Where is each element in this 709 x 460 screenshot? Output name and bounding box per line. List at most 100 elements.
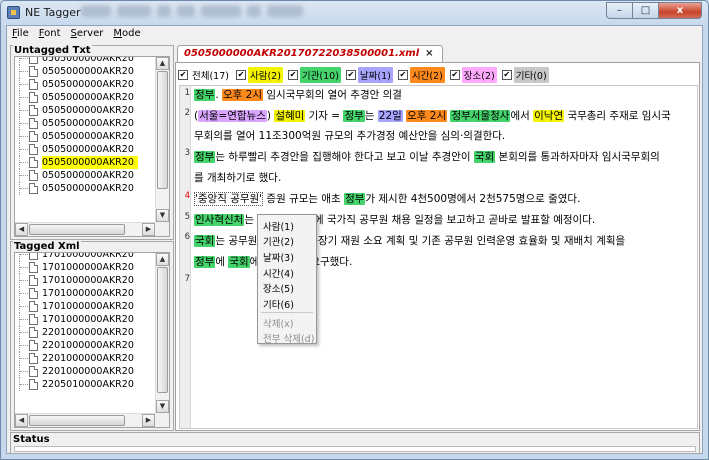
minimize-button[interactable]: – xyxy=(606,2,632,19)
filter-all[interactable]: ✔ 전체(17) xyxy=(178,67,231,83)
untagged-vscroll-thumb[interactable] xyxy=(157,71,168,189)
entity-person[interactable]: 이낙연 xyxy=(533,110,565,122)
context-item-other[interactable]: 기타(6) xyxy=(263,297,294,311)
entity-organization[interactable]: 정부 xyxy=(194,256,216,268)
filter-time[interactable]: ✔ 시간(2) xyxy=(397,67,445,83)
line-number: 1 xyxy=(184,88,190,98)
close-button[interactable]: x xyxy=(658,2,702,19)
scroll-right-icon[interactable]: ▶ xyxy=(142,414,155,427)
filter-organization[interactable]: ✔ 기관(10) xyxy=(287,67,341,83)
untagged-item[interactable]: 0505000000AKR20 xyxy=(15,182,155,195)
menu-bar: File Font Server Mode xyxy=(7,26,702,44)
filter-date[interactable]: ✔ 날짜(1) xyxy=(345,67,393,83)
tagged-item[interactable]: 2201000000AKR20 xyxy=(15,326,155,339)
untagged-item[interactable]: 0505000000AKR20 xyxy=(15,91,155,104)
untagged-item[interactable]: 0505000000AKR20 xyxy=(15,143,155,156)
tagged-item[interactable]: 1701000000AKR20 xyxy=(15,274,155,287)
filter-person[interactable]: ✔ 사람(2) xyxy=(235,67,283,83)
untagged-hscroll[interactable]: ◀ ▶ xyxy=(15,222,155,236)
text-selection[interactable]: '중앙직 공무원' xyxy=(194,192,264,206)
entity-location[interactable]: 서울=연합뉴스 xyxy=(198,110,267,122)
menu-font[interactable]: Font xyxy=(34,26,66,44)
file-icon xyxy=(29,253,38,260)
app-logo-icon xyxy=(7,6,20,19)
scroll-down-icon[interactable]: ▼ xyxy=(156,209,169,222)
tagged-rows: 1701000000AKR20 1701000000AKR20 17010000… xyxy=(15,253,155,413)
untagged-item[interactable]: 0505000000AKR20 xyxy=(15,117,155,130)
title-bar: NE Tagger – □ x xyxy=(1,1,708,25)
untagged-item[interactable]: 0505000000AKR20 xyxy=(15,57,155,65)
entity-organization[interactable]: 정부 xyxy=(194,151,216,163)
scroll-right-icon[interactable]: ▶ xyxy=(142,223,155,236)
tab-close-icon[interactable]: × xyxy=(425,48,433,59)
tagged-vscroll[interactable]: ▲ ▼ xyxy=(155,253,169,413)
tagged-item[interactable]: 2201000000AKR20 xyxy=(15,365,155,378)
file-icon xyxy=(29,366,38,377)
entity-organization[interactable]: 정부 xyxy=(343,110,365,122)
document-panel: ✔ 전체(17) ✔ 사람(2) ✔ 기관(10) ✔ 날짜(1) ✔ 시간(2) ✔ 장소… xyxy=(175,62,700,431)
context-item-time[interactable]: 시간(4) xyxy=(263,266,294,280)
checkbox-icon[interactable]: ✔ xyxy=(345,70,356,80)
maximize-button[interactable]: □ xyxy=(632,2,658,19)
filter-other-label: 기타(0) xyxy=(513,67,549,83)
entity-date[interactable]: 22일 xyxy=(377,110,403,122)
untagged-vscroll[interactable]: ▲ ▼ xyxy=(155,57,169,222)
tagged-vscroll-thumb[interactable] xyxy=(157,267,168,393)
tagged-item[interactable]: 1701000000AKR20 xyxy=(15,253,155,261)
entity-organization[interactable]: 국회 xyxy=(194,235,216,247)
menu-file[interactable]: File xyxy=(7,26,34,44)
tagged-hscroll[interactable]: ◀ ▶ xyxy=(15,413,155,427)
entity-person[interactable]: 설혜미 xyxy=(274,110,306,122)
entity-organization[interactable]: 국회 xyxy=(228,256,250,268)
untagged-item[interactable]: 0505000000AKR20 xyxy=(15,78,155,91)
tagged-item[interactable]: 1701000000AKR20 xyxy=(15,261,155,274)
context-item-location[interactable]: 장소(5) xyxy=(263,281,294,295)
scroll-up-icon[interactable]: ▲ xyxy=(156,57,169,70)
checkbox-icon[interactable]: ✔ xyxy=(178,70,188,80)
entity-organization[interactable]: 국회 xyxy=(473,151,496,163)
untagged-item[interactable]: 0505000000AKR20 xyxy=(15,65,155,78)
untagged-list[interactable]: 0505000000AKR20 0505000000AKR20 05050000… xyxy=(14,56,170,237)
filter-other[interactable]: ✔ 기타(0) xyxy=(501,67,549,83)
tagged-item[interactable]: 1701000000AKR20 xyxy=(15,287,155,300)
context-item-person[interactable]: 사람(1) xyxy=(263,219,294,233)
app-window: NE Tagger – □ x File Font Server Mode Un… xyxy=(0,0,709,460)
entity-organization[interactable]: 정부 xyxy=(344,193,366,205)
tagged-list[interactable]: 1701000000AKR20 1701000000AKR20 17010000… xyxy=(14,252,170,428)
tagged-item[interactable]: 2205010000AKR20 xyxy=(15,378,155,391)
file-icon xyxy=(29,340,38,351)
filter-location[interactable]: ✔ 장소(2) xyxy=(449,67,497,83)
tagged-hscroll-thumb[interactable] xyxy=(29,415,125,426)
untagged-item[interactable]: 0505000000AKR20 xyxy=(15,130,155,143)
tagged-item[interactable]: 1701000000AKR20 xyxy=(15,300,155,313)
tagged-item[interactable]: 2201000000AKR20 xyxy=(15,352,155,365)
scroll-left-icon[interactable]: ◀ xyxy=(15,414,28,427)
line-number: 2 xyxy=(184,108,190,118)
untagged-item[interactable]: 0505000000AKR20 xyxy=(15,104,155,117)
tagged-item[interactable]: 1701000000AKR20 xyxy=(15,313,155,326)
file-icon xyxy=(29,262,38,273)
entity-organization[interactable]: 인사혁신처 xyxy=(194,214,245,226)
untagged-item-selected[interactable]: 0505000000AKR20 xyxy=(15,156,155,169)
checkbox-icon[interactable]: ✔ xyxy=(501,70,512,80)
line-number: 3 xyxy=(184,148,190,158)
entity-organization[interactable]: 정부 xyxy=(194,89,216,101)
entity-time[interactable]: 오후 2시 xyxy=(406,110,448,122)
entity-organization[interactable]: 정부서울청사 xyxy=(450,110,511,122)
menu-server[interactable]: Server xyxy=(66,26,109,44)
checkbox-icon[interactable]: ✔ xyxy=(449,70,460,80)
scroll-up-icon[interactable]: ▲ xyxy=(156,253,169,266)
scroll-left-icon[interactable]: ◀ xyxy=(15,223,28,236)
checkbox-icon[interactable]: ✔ xyxy=(235,70,246,80)
context-item-organization[interactable]: 기관(2) xyxy=(263,234,294,248)
menu-mode[interactable]: Mode xyxy=(108,26,145,44)
scroll-down-icon[interactable]: ▼ xyxy=(156,400,169,413)
context-item-date[interactable]: 날짜(3) xyxy=(263,250,294,264)
tagged-item[interactable]: 2201000000AKR20 xyxy=(15,339,155,352)
document-tab[interactable]: 0505000000AKR20170722038500001.xml × xyxy=(177,45,443,63)
checkbox-icon[interactable]: ✔ xyxy=(397,70,408,80)
untagged-item[interactable]: 0505000000AKR20 xyxy=(15,169,155,182)
checkbox-icon[interactable]: ✔ xyxy=(287,70,298,80)
entity-time[interactable]: 오후 2시 xyxy=(222,89,264,101)
untagged-hscroll-thumb[interactable] xyxy=(29,224,125,235)
